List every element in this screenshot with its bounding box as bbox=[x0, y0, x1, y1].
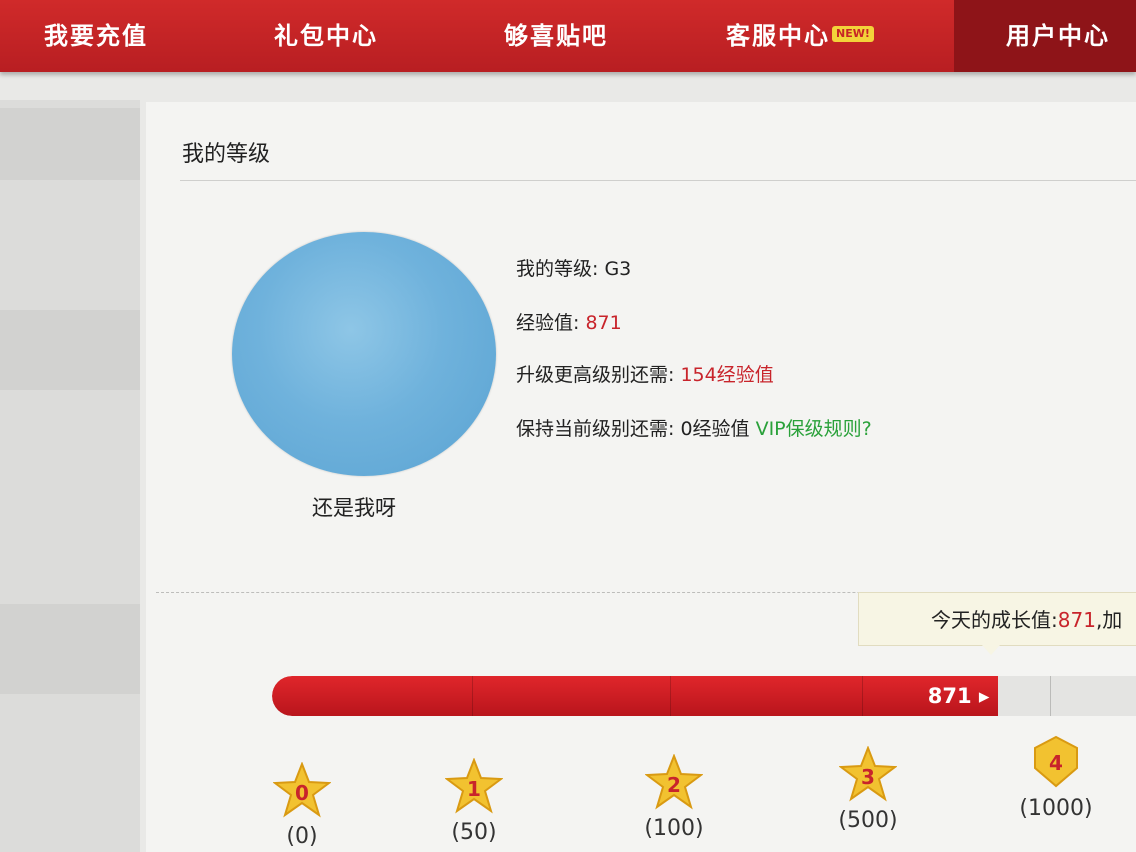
nav-customer-service[interactable]: 客服中心 NEW! bbox=[726, 0, 874, 72]
level-marker-4: 4 (1000) bbox=[1006, 734, 1106, 821]
level-info: 我的等级: G3 bbox=[516, 254, 631, 281]
title-divider bbox=[180, 180, 1136, 181]
sidebar-item[interactable] bbox=[0, 108, 140, 180]
new-badge: NEW! bbox=[832, 26, 874, 42]
level-number: 0 bbox=[295, 781, 309, 805]
level-marker-1: 1 (50) bbox=[424, 758, 524, 845]
level-marker-3: 3 (500) bbox=[818, 746, 918, 833]
upgrade-info: 升级更高级别还需: 154经验值 bbox=[516, 360, 774, 387]
top-navigation: 我要充值 礼包中心 够喜贴吧 客服中心 NEW! 用户中心 bbox=[0, 0, 1136, 72]
exp-info: 经验值: 871 bbox=[516, 308, 622, 335]
growth-tooltip-value: 871 bbox=[1057, 608, 1096, 632]
growth-progress-label: 871 ▸ bbox=[927, 684, 990, 708]
level-requirement: (50) bbox=[451, 820, 497, 845]
bar-segment-divider bbox=[472, 676, 473, 716]
vip-rules-link[interactable]: VIP保级规则? bbox=[756, 418, 872, 440]
nav-recharge[interactable]: 我要充值 bbox=[44, 0, 148, 72]
upgrade-value: 154经验值 bbox=[680, 364, 774, 386]
star-icon: 2 bbox=[645, 754, 703, 810]
level-number: 2 bbox=[667, 773, 681, 797]
bar-segment-divider bbox=[670, 676, 671, 716]
level-number: 1 bbox=[467, 777, 481, 801]
growth-tooltip-suffix: ,加 bbox=[1095, 608, 1123, 632]
level-number: 4 bbox=[1049, 751, 1063, 775]
level-requirement: (1000) bbox=[1019, 796, 1093, 821]
level-marker-0: 0 (0) bbox=[252, 762, 352, 849]
avatar[interactable] bbox=[232, 232, 496, 476]
star-icon: 1 bbox=[445, 758, 503, 814]
diamond-badge-icon: 4 bbox=[1034, 735, 1078, 788]
level-label: 我的等级: bbox=[516, 258, 605, 280]
bar-segment-divider bbox=[862, 676, 863, 716]
level-value: G3 bbox=[604, 258, 632, 280]
sidebar-item[interactable] bbox=[0, 604, 140, 694]
nav-forum[interactable]: 够喜贴吧 bbox=[504, 0, 608, 72]
left-sidebar bbox=[0, 100, 140, 852]
growth-tooltip: 今天的成长值:871,加 bbox=[858, 592, 1136, 646]
nav-gift-center[interactable]: 礼包中心 bbox=[274, 0, 378, 72]
keep-info: 保持当前级别还需: 0经验值 VIP保级规则? bbox=[516, 414, 872, 441]
level-requirement: (500) bbox=[838, 808, 898, 833]
nav-user-center[interactable]: 用户中心 bbox=[954, 0, 1136, 72]
growth-progress-bar: 871 ▸ bbox=[272, 676, 1136, 716]
nav-customer-service-label: 客服中心 bbox=[726, 22, 830, 50]
bar-segment-divider bbox=[1050, 676, 1051, 716]
sidebar-item[interactable] bbox=[0, 310, 140, 390]
star-icon: 3 bbox=[839, 746, 897, 802]
growth-progress-fill bbox=[272, 676, 998, 716]
tooltip-arrow bbox=[982, 645, 1000, 655]
star-icon: 0 bbox=[273, 762, 331, 818]
keep-label: 保持当前级别还需: 0经验值 bbox=[516, 418, 756, 440]
level-marker-2: 2 (100) bbox=[624, 754, 724, 841]
level-requirement: (0) bbox=[286, 824, 318, 849]
level-panel: 我的等级 还是我呀 我的等级: G3 经验值: 871 升级更高级别还需: 15… bbox=[146, 102, 1136, 852]
growth-tooltip-label: 今天的成长值: bbox=[931, 608, 1058, 632]
nickname: 还是我呀 bbox=[312, 496, 396, 520]
level-requirement: (100) bbox=[644, 816, 704, 841]
exp-value: 871 bbox=[585, 312, 622, 334]
exp-label: 经验值: bbox=[516, 312, 586, 334]
level-number: 3 bbox=[861, 765, 875, 789]
panel-title: 我的等级 bbox=[182, 142, 271, 167]
upgrade-label: 升级更高级别还需: bbox=[516, 364, 681, 386]
